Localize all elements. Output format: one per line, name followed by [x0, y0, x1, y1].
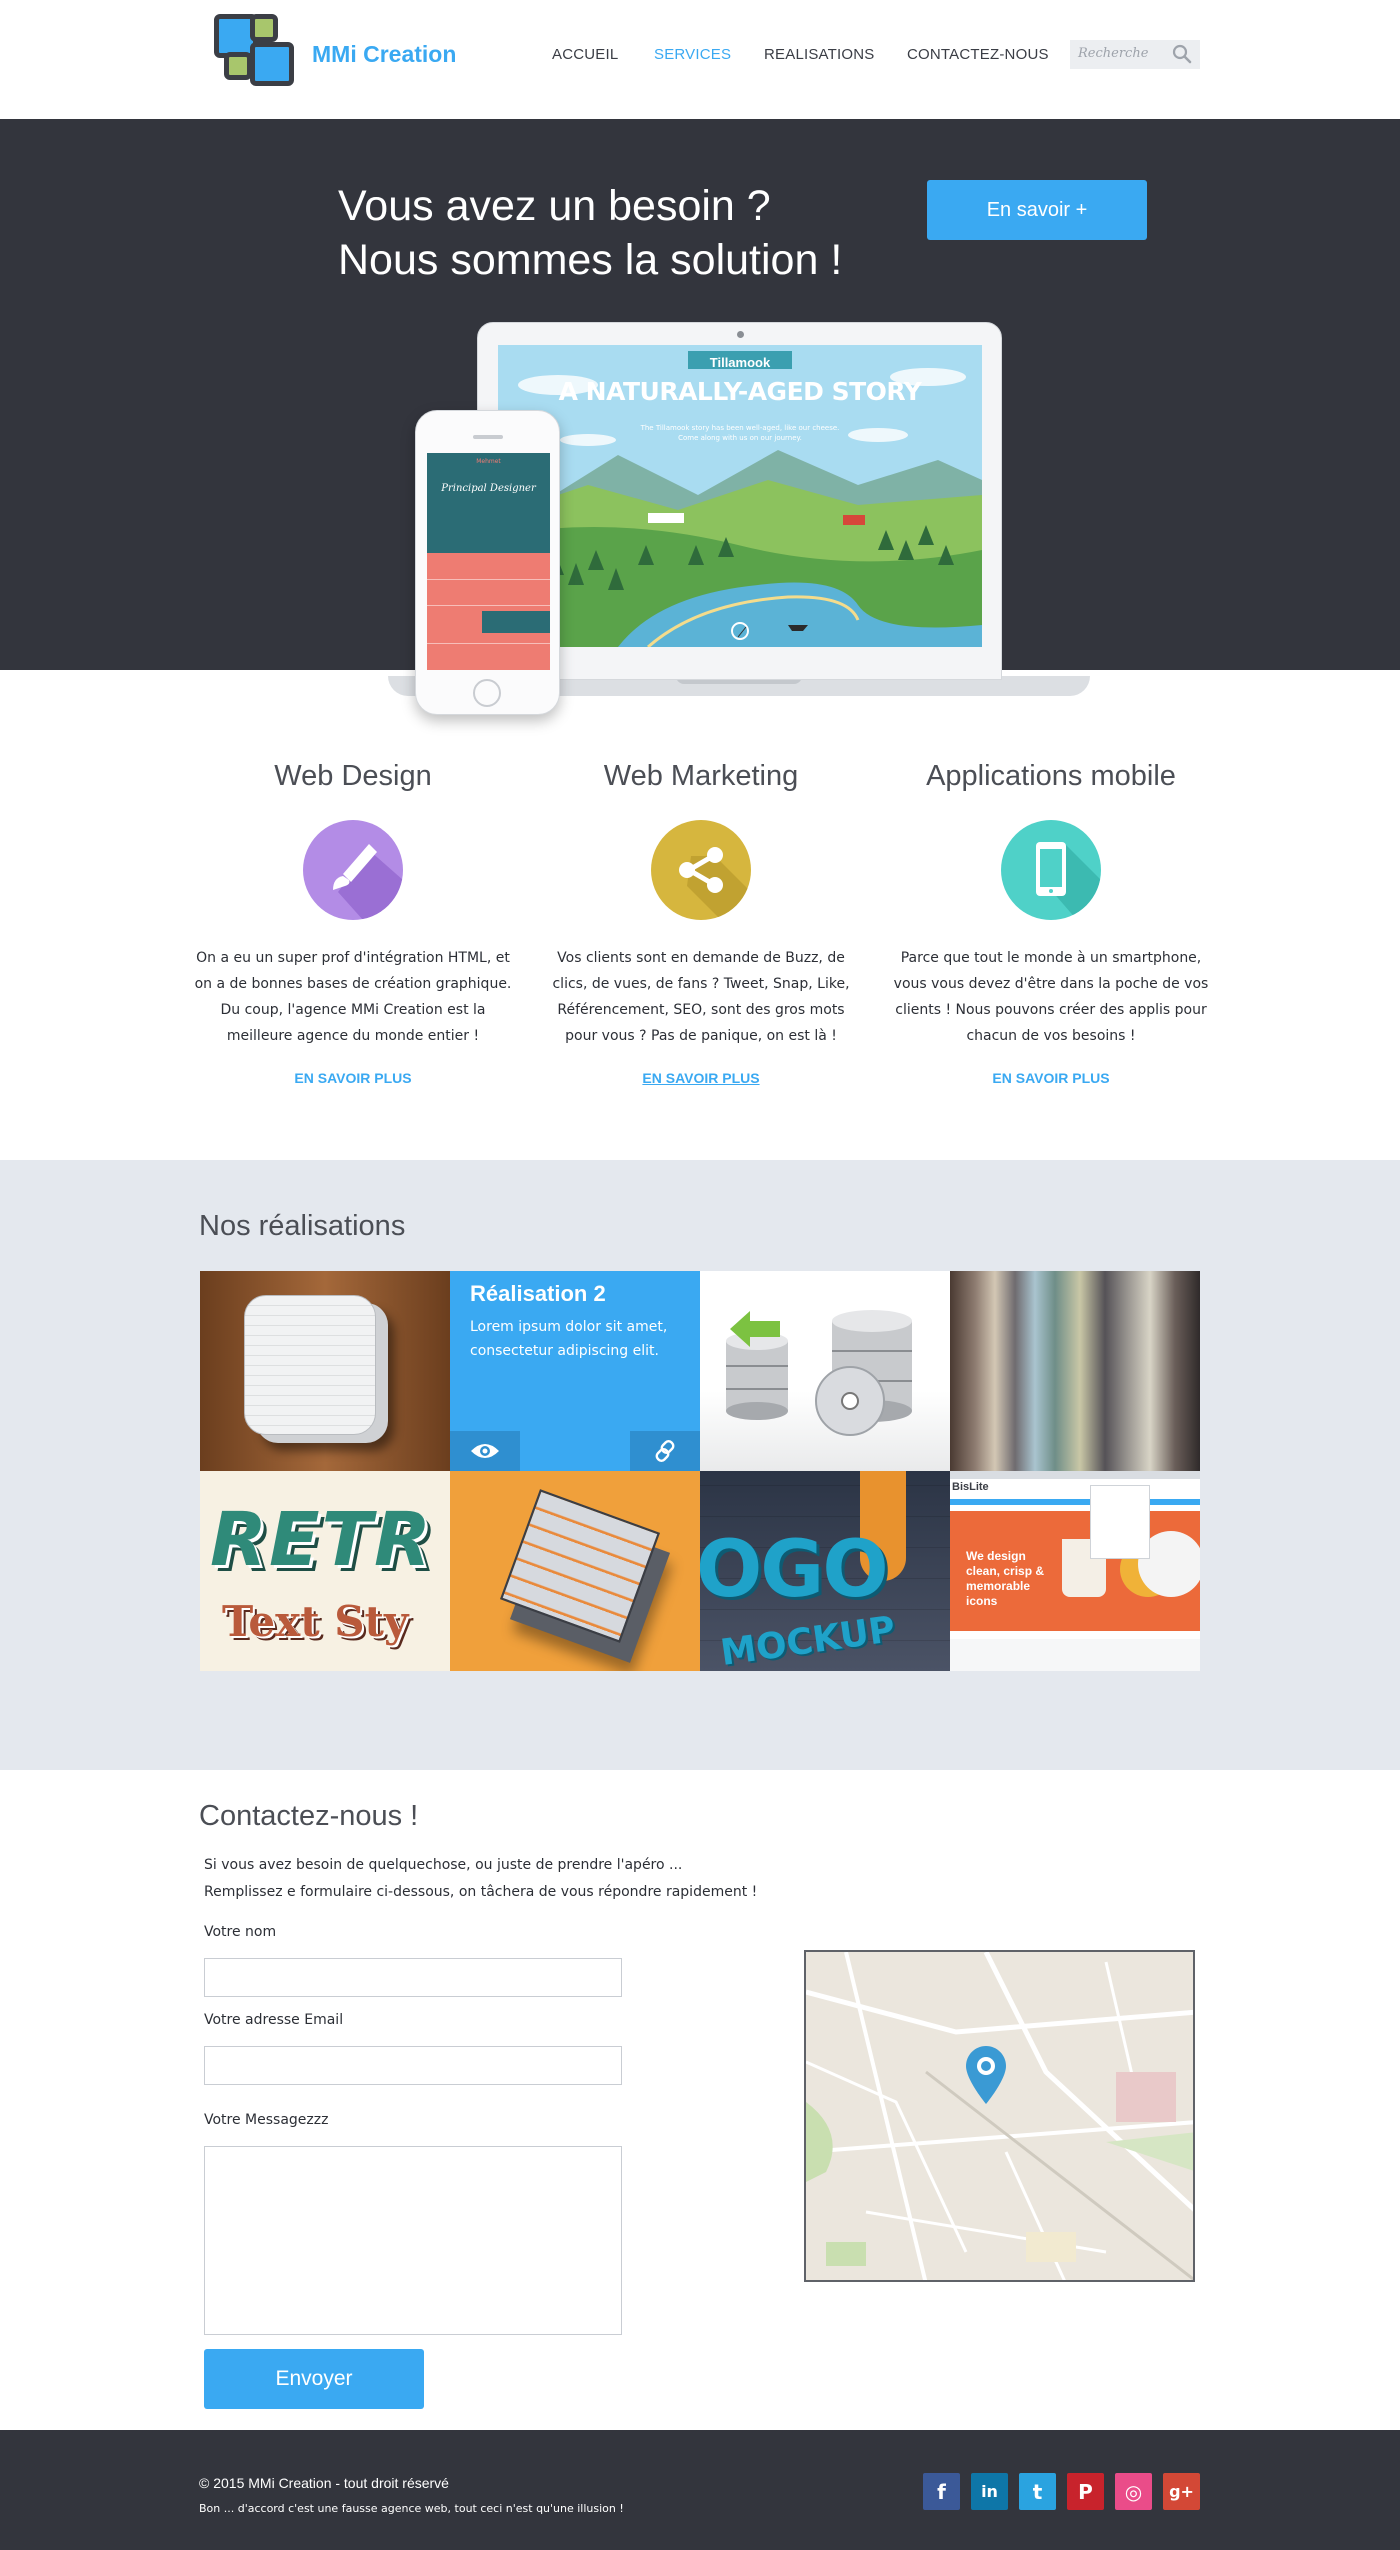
hero-title: Vous avez un besoin ? Nous sommes la sol… [338, 182, 843, 284]
site-footer: © 2015 MMi Creation - tout droit réservé… [0, 2430, 1400, 2550]
contact-intro: Si vous avez besoin de quelquechose, ou … [204, 1857, 758, 1900]
phone-speaker [473, 435, 503, 439]
site-header: MMi Creation ACCUEIL SERVICES REALISATIO… [0, 0, 1400, 119]
bis-tagline: We design clean, crisp & memorable icons [966, 1549, 1045, 1608]
service-web-design: Web Design On a eu un super prof d'intég… [183, 760, 523, 1086]
retro-subtext: Text Sty [222, 1597, 409, 1646]
retro-text: RETR [210, 1497, 433, 1583]
logo-icon[interactable] [214, 14, 296, 86]
work-title: Réalisation 2 [470, 1281, 606, 1306]
work-tile-notepad[interactable] [200, 1271, 450, 1471]
laptop-camera [737, 331, 744, 338]
service-more-link[interactable]: EN SAVOIR PLUS [183, 1070, 523, 1086]
works-title: Nos réalisations [199, 1210, 406, 1242]
facebook-icon[interactable]: f [923, 2473, 960, 2510]
phone-screen: Mehmet Principal Designer [427, 453, 550, 670]
nav-item-realisations[interactable]: REALISATIONS [764, 46, 874, 63]
phone-title: Principal Designer [441, 483, 536, 494]
database-icon [726, 1310, 912, 1436]
location-map[interactable] [804, 1950, 1195, 2282]
service-description: On a eu un super prof d'intégration HTML… [194, 950, 512, 1044]
nav-item-accueil[interactable]: ACCUEIL [552, 46, 618, 63]
search-input[interactable]: Recherche [1070, 40, 1200, 69]
service-more-link[interactable]: EN SAVOIR PLUS [531, 1070, 871, 1086]
message-label: Votre Messagezzz [204, 2112, 329, 2128]
work-tile-featured[interactable]: Réalisation 2 Lorem ipsum dolor sit amet… [450, 1271, 700, 1471]
phone-mockup: Mehmet Principal Designer [415, 410, 560, 715]
works-section: Nos réalisations Réalisation 2 Lorem ips… [0, 1160, 1400, 1770]
work-tile-gradient[interactable] [950, 1271, 1200, 1471]
service-description: Parce que tout le monde à un smartphone,… [893, 950, 1209, 1044]
search-placeholder: Recherche [1078, 46, 1149, 61]
work-actions [450, 1431, 700, 1471]
name-field[interactable] [204, 1958, 622, 1997]
email-label: Votre adresse Email [204, 2012, 344, 2028]
pinterest-icon[interactable]: P [1067, 2473, 1104, 2510]
work-tile-retro[interactable]: RETR Text Sty [200, 1471, 450, 1671]
twitter-icon[interactable]: t [1019, 2473, 1056, 2510]
work-tile-logo-mockup[interactable]: OGO MOCKUP [700, 1471, 950, 1671]
map-pin-icon [966, 2046, 1006, 2104]
service-description: Vos clients sont en demande de Buzz, de … [552, 950, 850, 1044]
service-title: Web Design [274, 760, 432, 792]
service-mobile-apps: Applications mobile Parce que tout le mo… [881, 760, 1221, 1086]
dribbble-icon[interactable]: ◎ [1115, 2473, 1152, 2510]
service-more-link[interactable]: EN SAVOIR PLUS [881, 1070, 1221, 1086]
phone-home-button [473, 679, 501, 707]
laptop-screen: Tillamook A NATURALLY-AGED STORY The Til… [498, 345, 982, 647]
mockup-text: OGO [700, 1525, 889, 1615]
paint-brush-icon [303, 820, 403, 920]
work-tile-app[interactable] [450, 1471, 700, 1671]
work-tile-database[interactable] [700, 1271, 950, 1471]
work-tile-bislite[interactable]: BisLite We design clean, crisp & memorab… [950, 1471, 1200, 1671]
map-illustration [806, 1952, 1193, 2280]
bis-brand: BisLite [952, 1481, 989, 1493]
nav-item-services[interactable]: SERVICES [654, 46, 731, 63]
send-button[interactable]: Envoyer [204, 2349, 424, 2409]
logo-text[interactable]: MMi Creation [312, 41, 456, 68]
nav-item-contact[interactable]: CONTACTEZ-NOUS [907, 46, 1049, 63]
name-label: Votre nom [204, 1924, 277, 1940]
laptop-brand: Tillamook [709, 355, 771, 370]
contact-title: Contactez-nous ! [199, 1800, 419, 1832]
phone-brand: Mehmet [476, 458, 501, 465]
work-description: Lorem ipsum dolor sit amet, consectetur … [470, 1319, 668, 1359]
message-field[interactable] [204, 2146, 622, 2335]
search-icon[interactable] [1172, 44, 1192, 64]
link-icon[interactable] [630, 1431, 700, 1471]
copyright-text: © 2015 MMi Creation - tout droit réservé [199, 2475, 449, 2491]
eye-icon[interactable] [450, 1431, 520, 1471]
smartphone-icon [1001, 820, 1101, 920]
disclaimer-text: Bon ... d'accord c'est une fausse agence… [199, 2502, 624, 2515]
service-title: Web Marketing [603, 760, 799, 792]
laptop-headline: A NATURALLY-AGED STORY [558, 377, 922, 406]
linkedin-icon[interactable]: in [971, 2473, 1008, 2510]
email-field[interactable] [204, 2046, 622, 2085]
google-plus-icon[interactable]: g+ [1163, 2473, 1200, 2510]
service-web-marketing: Web Marketing Vos clients sont en demand… [531, 760, 871, 1086]
service-title: Applications mobile [926, 760, 1176, 792]
hero-more-button[interactable]: En savoir + [927, 180, 1147, 240]
share-icon [651, 820, 751, 920]
laptop-subtitle: The Tillamook story has been well-aged, … [640, 424, 840, 442]
